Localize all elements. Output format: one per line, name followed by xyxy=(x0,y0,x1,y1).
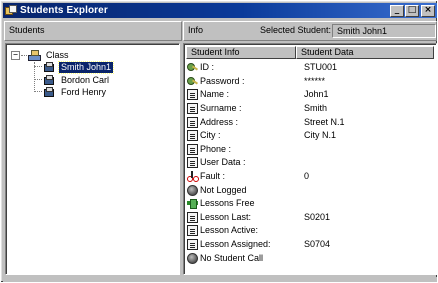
row-label: No Student Call xyxy=(200,252,264,263)
key-icon xyxy=(187,62,198,73)
students-header: Students xyxy=(4,21,182,41)
info-rows: ID : STU001 Password : ****** Name : John1 Sur… xyxy=(187,61,433,265)
students-explorer-window: Students Explorer _ □ × Students Info Se… xyxy=(0,0,438,283)
maximize-button[interactable]: □ xyxy=(405,4,419,17)
row-label: Lesson Last: xyxy=(200,211,252,222)
document-icon xyxy=(187,239,198,251)
selected-student-field: Smith John1 xyxy=(332,24,436,38)
document-icon xyxy=(187,89,198,101)
app-icon xyxy=(5,4,17,17)
row-value: Smith xyxy=(304,103,328,114)
row-label: Password : xyxy=(200,75,245,86)
row-label: Fault : xyxy=(200,171,226,182)
table-row[interactable]: Fault : 0 xyxy=(187,170,433,184)
row-value: S0704 xyxy=(304,239,331,250)
scissors-icon xyxy=(187,171,199,183)
collapse-toggle[interactable]: − xyxy=(11,51,20,60)
column-header-student-info[interactable]: Student Info xyxy=(186,46,296,59)
table-row[interactable]: User Data : xyxy=(187,156,433,170)
tree-item-class[interactable]: Class xyxy=(28,49,71,61)
row-value: ****** xyxy=(304,75,326,86)
row-label: City : xyxy=(200,130,221,141)
bottom-border xyxy=(3,277,437,282)
table-row[interactable]: Phone : xyxy=(187,143,433,157)
row-value: STU001 xyxy=(304,62,338,73)
tree-item-student[interactable]: Smith John1 xyxy=(43,60,115,74)
row-label: ID : xyxy=(200,62,215,73)
table-row[interactable]: Surname : Smith xyxy=(187,102,433,116)
row-label: Address : xyxy=(200,116,239,127)
table-row[interactable]: Password : ****** xyxy=(187,75,433,89)
row-value: City N.1 xyxy=(304,130,337,141)
row-value: S0201 xyxy=(304,211,331,222)
column-header-student-data[interactable]: Student Data xyxy=(296,46,434,59)
arrows-icon xyxy=(187,198,198,210)
table-row[interactable]: Lesson Last: S0201 xyxy=(187,211,433,225)
key-icon xyxy=(187,76,198,87)
window-title: Students Explorer xyxy=(20,5,108,16)
table-row[interactable]: Not Logged xyxy=(187,183,433,197)
status-circle-icon xyxy=(187,184,198,196)
tree-item-label: Smith John1 xyxy=(57,60,115,74)
document-icon xyxy=(187,157,198,169)
selected-student-label: Selected Student: xyxy=(260,25,332,35)
document-icon xyxy=(187,103,198,115)
student-icon xyxy=(43,74,56,86)
tree-item-student[interactable]: Ford Henry xyxy=(43,86,108,98)
table-row[interactable]: City : City N.1 xyxy=(187,129,433,143)
row-label: Lesson Active: xyxy=(200,225,259,236)
student-icon xyxy=(43,86,56,98)
document-icon xyxy=(187,211,198,223)
tree-item-student[interactable]: Bordon Carl xyxy=(43,74,111,86)
tree-item-label: Ford Henry xyxy=(61,86,107,97)
info-label: Info xyxy=(188,25,204,35)
row-value: 0 xyxy=(304,171,310,182)
row-label: User Data : xyxy=(200,157,246,168)
info-header: Info Selected Student: Smith John1 xyxy=(183,21,437,41)
table-row[interactable]: Name : John1 xyxy=(187,88,433,102)
row-value: John1 xyxy=(304,89,329,100)
row-label: Lessons Free xyxy=(200,198,255,209)
status-circle-icon xyxy=(187,252,198,264)
document-icon xyxy=(187,225,198,237)
student-icon xyxy=(43,61,56,73)
row-label: Not Logged xyxy=(200,184,247,195)
tree-item-label: Class xyxy=(46,49,69,60)
close-button[interactable]: × xyxy=(421,4,435,17)
table-row[interactable]: Address : Street N.1 xyxy=(187,115,433,129)
row-label: Surname : xyxy=(200,103,242,114)
table-row[interactable]: ID : STU001 xyxy=(187,61,433,75)
students-tree[interactable]: − Class Smith John1 Bordon Carl Ford Hen… xyxy=(5,43,180,275)
row-label: Lesson Assigned: xyxy=(200,239,271,250)
document-icon xyxy=(187,116,198,128)
tree-item-label: Bordon Carl xyxy=(61,74,110,85)
minimize-button[interactable]: _ xyxy=(390,4,404,17)
document-icon xyxy=(187,143,198,155)
students-label: Students xyxy=(9,25,45,35)
table-row[interactable]: No Student Call xyxy=(187,251,433,265)
table-row[interactable]: Lessons Free xyxy=(187,197,433,211)
table-row[interactable]: Lesson Assigned: S0704 xyxy=(187,238,433,252)
document-icon xyxy=(187,130,198,142)
class-icon xyxy=(28,49,41,61)
row-value: Street N.1 xyxy=(304,116,345,127)
table-row[interactable]: Lesson Active: xyxy=(187,224,433,238)
row-label: Phone : xyxy=(200,143,232,154)
title-bar[interactable]: Students Explorer _ □ × xyxy=(3,3,437,18)
student-info-list[interactable]: Student Info Student Data ID : STU001 Pass… xyxy=(183,43,437,275)
row-label: Name : xyxy=(200,89,230,100)
